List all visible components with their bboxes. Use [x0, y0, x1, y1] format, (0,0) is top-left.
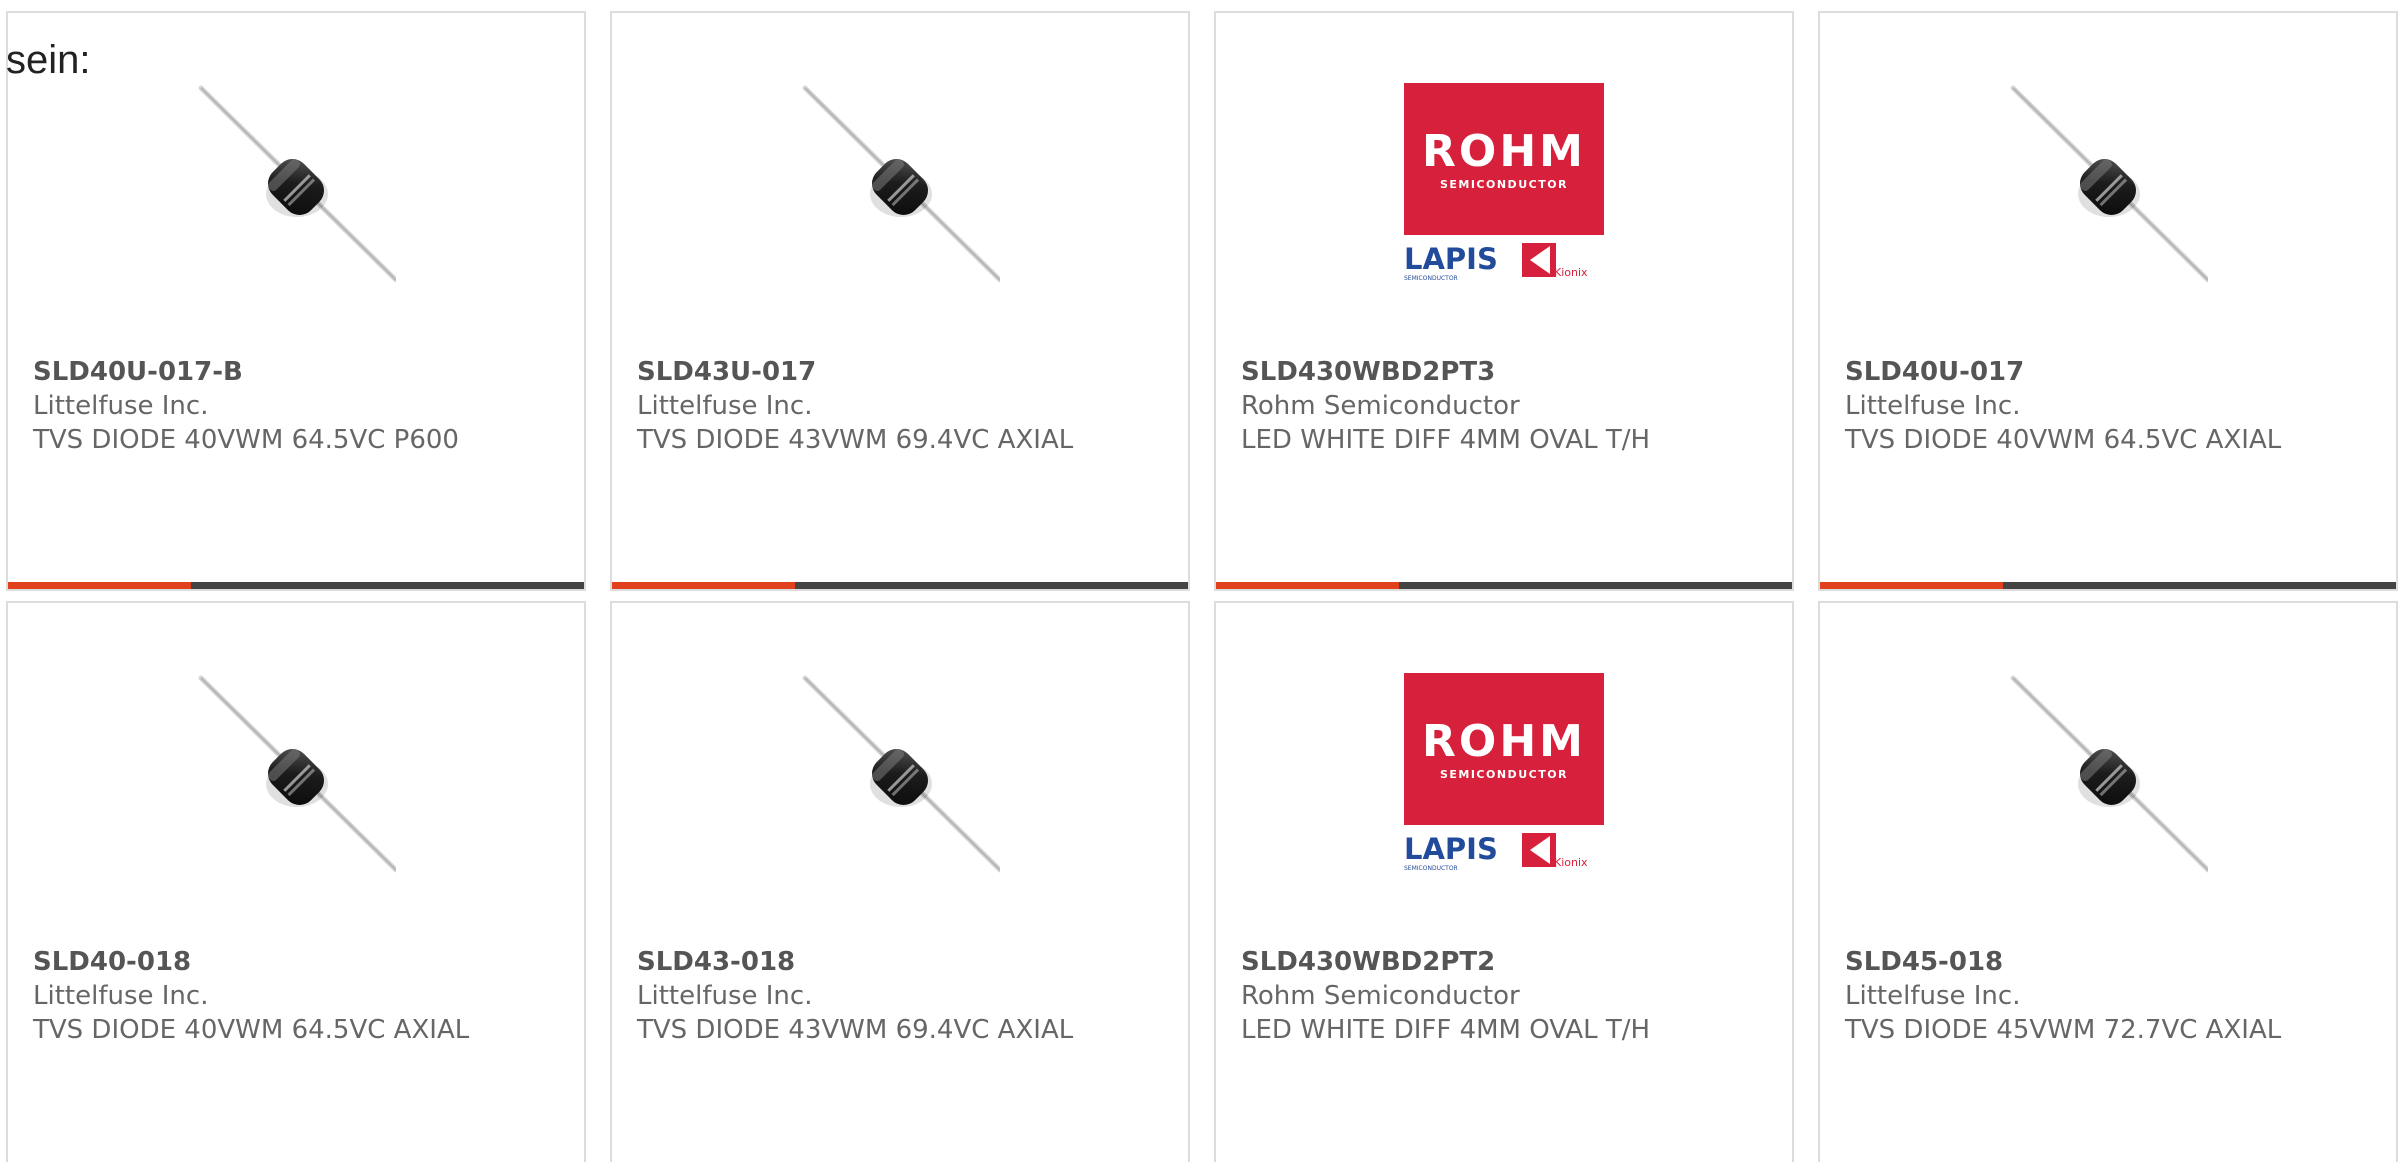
- manufacturer-name: Littelfuse Inc.: [1845, 391, 2021, 421]
- product-grid-viewport: sein: SLD40U-017-B Littelfuse Inc. TVS D…: [0, 0, 2400, 1162]
- manufacturer-name: Rohm Semiconductor: [1241, 391, 1520, 421]
- manufacturer-name: Littelfuse Inc.: [637, 391, 813, 421]
- product-description: LED WHITE DIFF 4MM OVAL T/H: [1241, 425, 1651, 455]
- product-grid: SLD40U-017-B Littelfuse Inc. TVS DIODE 4…: [6, 11, 2398, 1162]
- part-number[interactable]: SLD40U-017: [1845, 355, 2384, 389]
- product-description: TVS DIODE 43VWM 69.4VC AXIAL: [637, 1015, 1074, 1045]
- product-info: SLD40U-017-B Littelfuse Inc. TVS DIODE 4…: [33, 355, 572, 457]
- manufacturer-name: Littelfuse Inc.: [1845, 981, 2021, 1011]
- part-number[interactable]: SLD43-018: [637, 945, 1176, 979]
- card-bar-accent: [1820, 582, 2003, 589]
- product-info: SLD45-018 Littelfuse Inc. TVS DIODE 45VW…: [1845, 945, 2384, 1047]
- manufacturer-name: Rohm Semiconductor: [1241, 981, 1520, 1011]
- product-card[interactable]: SLD40U-017-B Littelfuse Inc. TVS DIODE 4…: [6, 11, 586, 591]
- axial-diode-icon: [198, 675, 396, 873]
- axial-diode-icon: [802, 85, 1000, 283]
- part-number[interactable]: SLD45-018: [1845, 945, 2384, 979]
- card-bar-accent: [1216, 582, 1399, 589]
- product-info: SLD40-018 Littelfuse Inc. TVS DIODE 40VW…: [33, 945, 572, 1047]
- product-card[interactable]: SLD45-018 Littelfuse Inc. TVS DIODE 45VW…: [1818, 601, 2398, 1162]
- part-number[interactable]: SLD43U-017: [637, 355, 1176, 389]
- product-description: TVS DIODE 40VWM 64.5VC AXIAL: [1845, 425, 2282, 455]
- rohm-logo-icon: ROHMSEMICONDUCTORLAPISSEMICONDUCTOR Kioni…: [1404, 673, 1604, 872]
- product-info: SLD40U-017 Littelfuse Inc. TVS DIODE 40V…: [1845, 355, 2384, 457]
- axial-diode-icon: [2010, 675, 2208, 873]
- product-description: TVS DIODE 43VWM 69.4VC AXIAL: [637, 425, 1074, 455]
- card-bar-accent: [612, 582, 795, 589]
- product-description: LED WHITE DIFF 4MM OVAL T/H: [1241, 1015, 1651, 1045]
- product-card[interactable]: ROHM SEMICONDUCTOR LAPIS SEMICONDUCTOR Kioni…: [1214, 11, 1794, 591]
- card-bar-accent: [8, 582, 191, 589]
- product-info: SLD430WBD2PT3 Rohm Semiconductor LED WHI…: [1241, 355, 1780, 457]
- product-info: SLD430WBD2PT2 Rohm Semiconductor LED WHI…: [1241, 945, 1780, 1047]
- part-number[interactable]: SLD40-018: [33, 945, 572, 979]
- svg-text:ROHM: ROHM: [1422, 126, 1586, 177]
- svg-text:SEMICONDUCTOR: SEMICONDUCTOR: [1404, 275, 1458, 282]
- card-bottom-bar: [612, 582, 1188, 589]
- product-card[interactable]: SLD40U-017 Littelfuse Inc. TVS DIODE 40V…: [1818, 11, 2398, 591]
- product-image[interactable]: ROHM SEMICONDUCTOR LAPIS SEMICONDUCTOR Kioni…: [1404, 83, 1604, 283]
- product-card[interactable]: SLD40-018 Littelfuse Inc. TVS DIODE 40VW…: [6, 601, 586, 1162]
- product-card[interactable]: SLD43U-017 Littelfuse Inc. TVS DIODE 43V…: [610, 11, 1190, 591]
- manufacturer-name: Littelfuse Inc.: [637, 981, 813, 1011]
- product-image[interactable]: [196, 673, 396, 873]
- product-image[interactable]: [2008, 83, 2208, 283]
- axial-diode-icon: [198, 85, 396, 283]
- product-image[interactable]: ROHM SEMICONDUCTOR LAPIS SEMICONDUCTOR Kioni…: [1404, 673, 1604, 873]
- svg-text:ROHM: ROHM: [1422, 716, 1586, 767]
- part-number[interactable]: SLD40U-017-B: [33, 355, 572, 389]
- svg-text:SEMICONDUCTOR: SEMICONDUCTOR: [1404, 865, 1458, 872]
- part-number[interactable]: SLD430WBD2PT2: [1241, 945, 1780, 979]
- product-description: TVS DIODE 40VWM 64.5VC P600: [33, 425, 459, 455]
- product-image[interactable]: [2008, 673, 2208, 873]
- svg-text:SEMICONDUCTOR: SEMICONDUCTOR: [1440, 178, 1568, 191]
- card-bottom-bar: [1216, 582, 1792, 589]
- product-image[interactable]: [196, 83, 396, 283]
- product-card[interactable]: ROHM SEMICONDUCTOR LAPIS SEMICONDUCTOR Kioni…: [1214, 601, 1794, 1162]
- product-image[interactable]: [800, 83, 1000, 283]
- card-bottom-bar: [1820, 582, 2396, 589]
- manufacturer-name: Littelfuse Inc.: [33, 391, 209, 421]
- manufacturer-name: Littelfuse Inc.: [33, 981, 209, 1011]
- svg-text:SEMICONDUCTOR: SEMICONDUCTOR: [1440, 768, 1568, 781]
- svg-text:LAPIS: LAPIS: [1404, 832, 1498, 866]
- lead-text: sein:: [6, 38, 91, 82]
- axial-diode-icon: [2010, 85, 2208, 283]
- product-card[interactable]: SLD43-018 Littelfuse Inc. TVS DIODE 43VW…: [610, 601, 1190, 1162]
- svg-text:Kionix: Kionix: [1554, 266, 1588, 279]
- card-bottom-bar: [8, 582, 584, 589]
- product-image[interactable]: [800, 673, 1000, 873]
- product-info: SLD43U-017 Littelfuse Inc. TVS DIODE 43V…: [637, 355, 1176, 457]
- product-info: SLD43-018 Littelfuse Inc. TVS DIODE 43VW…: [637, 945, 1176, 1047]
- axial-diode-icon: [802, 675, 1000, 873]
- svg-text:Kionix: Kionix: [1554, 856, 1588, 869]
- rohm-logo-icon: ROHMSEMICONDUCTORLAPISSEMICONDUCTOR Kioni…: [1404, 83, 1604, 282]
- part-number[interactable]: SLD430WBD2PT3: [1241, 355, 1780, 389]
- product-description: TVS DIODE 45VWM 72.7VC AXIAL: [1845, 1015, 2282, 1045]
- product-description: TVS DIODE 40VWM 64.5VC AXIAL: [33, 1015, 470, 1045]
- svg-text:LAPIS: LAPIS: [1404, 242, 1498, 276]
